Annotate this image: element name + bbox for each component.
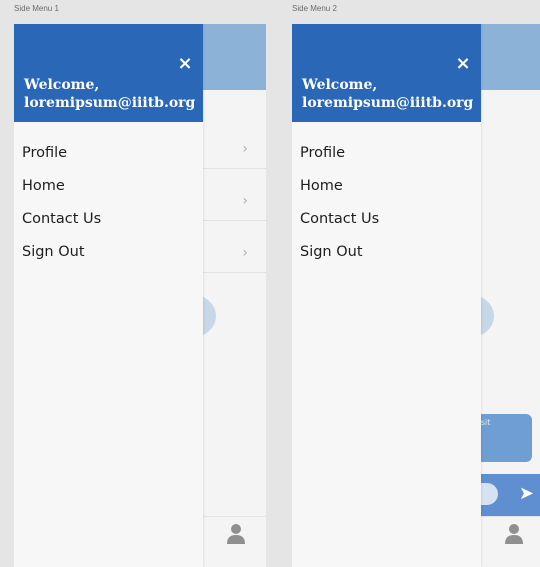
chevron-right-icon: › <box>242 193 248 209</box>
welcome-greeting: Welcome, <box>24 77 100 93</box>
drawer-menu: Profile Home Contact Us Sign Out <box>14 122 203 272</box>
menu-item-contact-us[interactable]: Contact Us <box>14 206 203 239</box>
menu-item-profile[interactable]: Profile <box>292 140 481 173</box>
welcome-text: Welcome, loremipsum@iiitb.org <box>302 76 473 112</box>
person-icon <box>227 524 245 544</box>
close-icon[interactable]: × <box>453 54 473 74</box>
user-email: loremipsum@iiitb.org <box>302 95 474 111</box>
user-email: loremipsum@iiitb.org <box>24 95 196 111</box>
frame-label-side-menu-1: Side Menu 1 <box>14 4 59 13</box>
drawer-menu: Profile Home Contact Us Sign Out <box>292 122 481 272</box>
menu-item-sign-out[interactable]: Sign Out <box>14 239 203 272</box>
side-menu-1-frame: › › › × Welcome, loremipsum@iiitb.org Pr… <box>14 24 266 567</box>
chevron-right-icon: › <box>242 245 248 261</box>
send-icon[interactable]: ➤ <box>519 482 534 506</box>
frame-label-side-menu-2: Side Menu 2 <box>292 4 337 13</box>
chevron-right-icon: › <box>242 141 248 157</box>
side-drawer: × Welcome, loremipsum@iiitb.org Profile … <box>292 24 481 567</box>
menu-item-profile[interactable]: Profile <box>14 140 203 173</box>
side-menu-2-frame: r sit ➤ × Welcome, loremipsum@iiitb.org … <box>292 24 540 567</box>
side-drawer: × Welcome, loremipsum@iiitb.org Profile … <box>14 24 203 567</box>
welcome-text: Welcome, loremipsum@iiitb.org <box>24 76 195 112</box>
menu-item-home[interactable]: Home <box>14 173 203 206</box>
welcome-greeting: Welcome, <box>302 77 378 93</box>
menu-item-sign-out[interactable]: Sign Out <box>292 239 481 272</box>
menu-item-contact-us[interactable]: Contact Us <box>292 206 481 239</box>
menu-item-home[interactable]: Home <box>292 173 481 206</box>
person-icon <box>505 524 523 544</box>
drawer-header: × Welcome, loremipsum@iiitb.org <box>292 24 481 122</box>
drawer-header: × Welcome, loremipsum@iiitb.org <box>14 24 203 122</box>
close-icon[interactable]: × <box>175 54 195 74</box>
